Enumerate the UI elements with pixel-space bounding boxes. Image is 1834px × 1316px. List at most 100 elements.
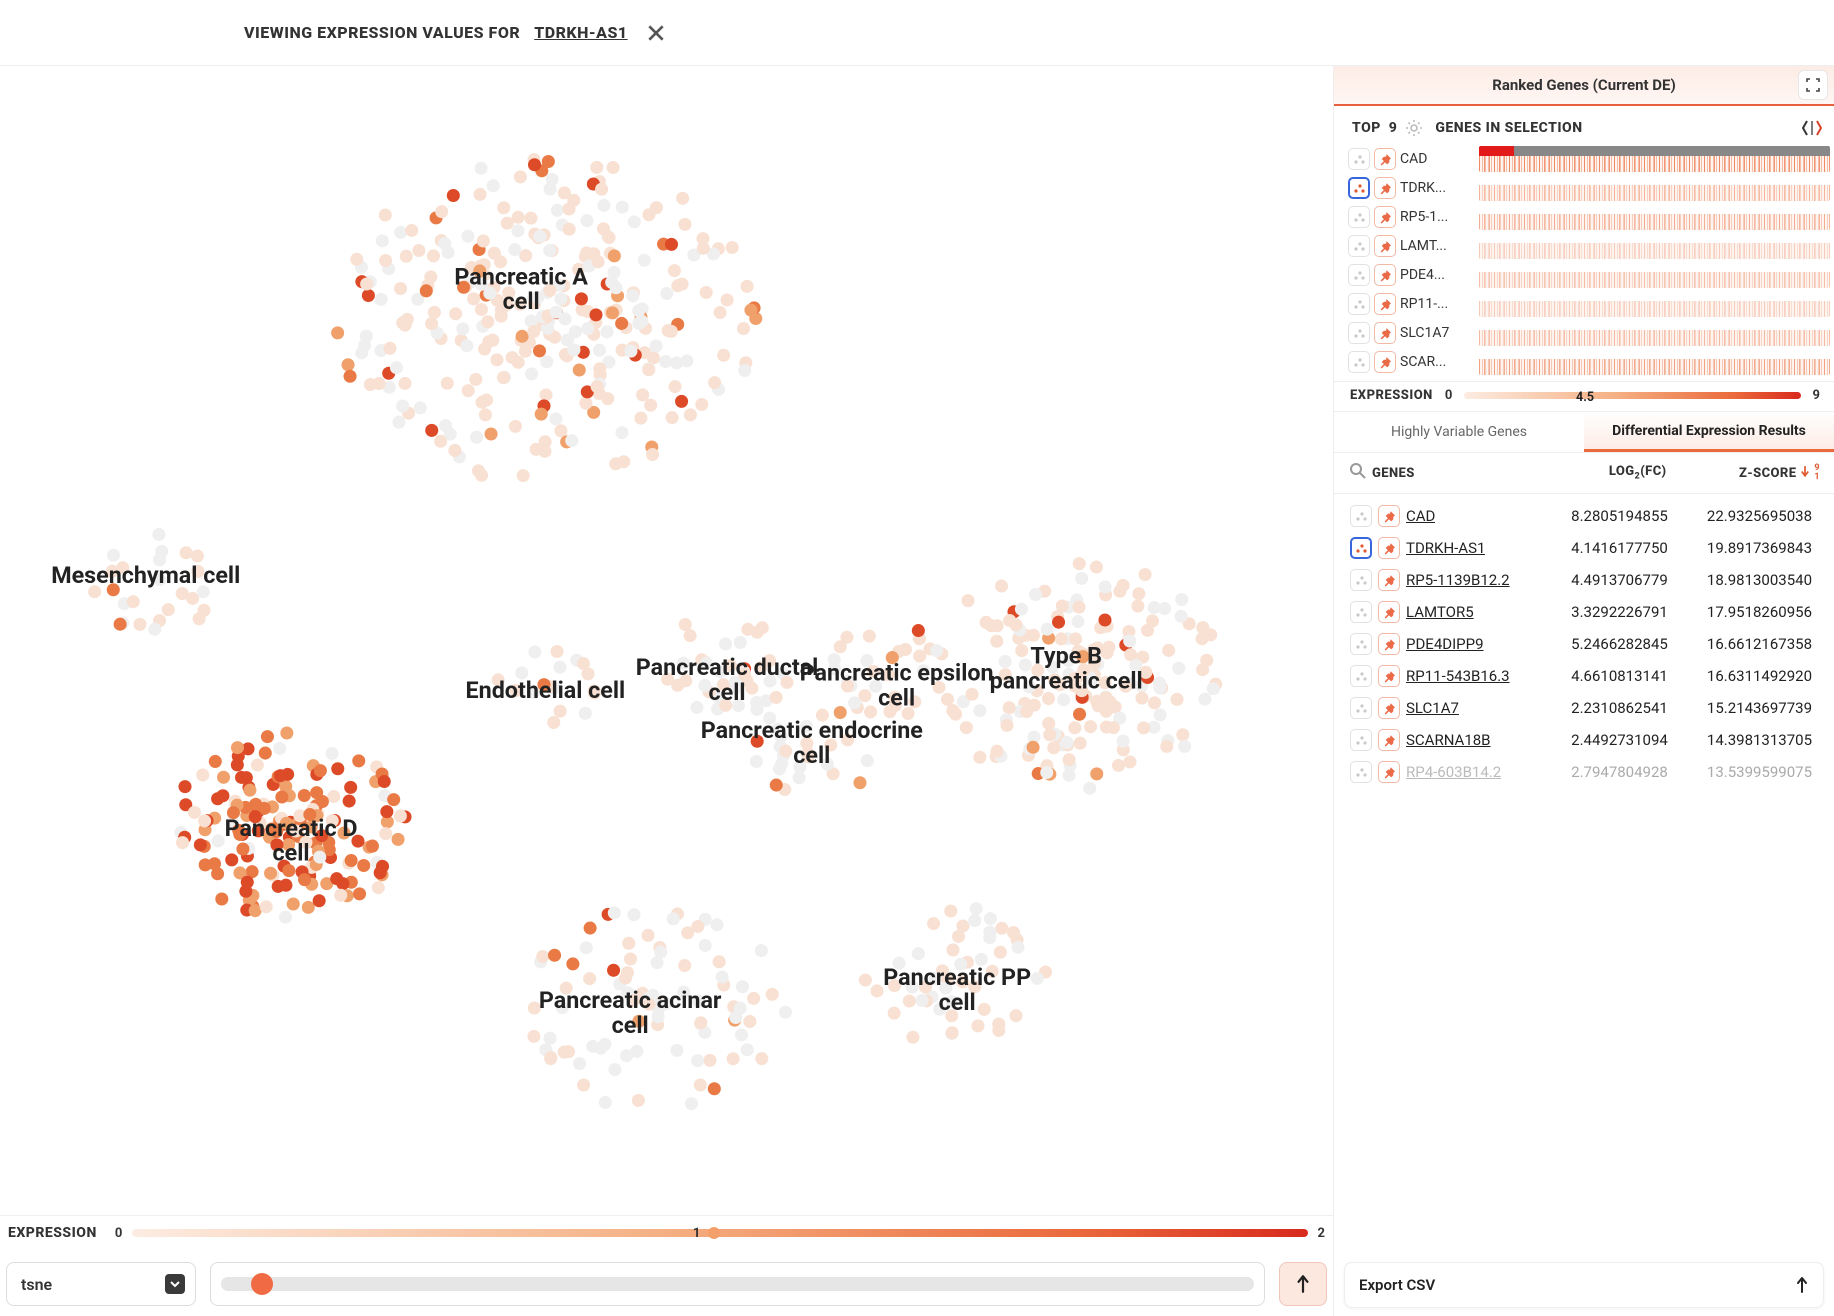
tab-hvg[interactable]: Highly Variable Genes (1334, 412, 1584, 452)
pin-icon[interactable] (1378, 601, 1400, 623)
search-icon[interactable] (1350, 463, 1366, 483)
pin-icon[interactable] (1374, 351, 1396, 373)
top-prefix: TOP (1352, 120, 1381, 136)
tab-de-results[interactable]: Differential Expression Results (1584, 412, 1834, 452)
gene-link[interactable]: RP5-1139B12.2 (1406, 571, 1510, 589)
pin-icon[interactable] (1374, 293, 1396, 315)
tsne-scatter-plot[interactable]: Pancreatic AcellMesenchymal cellEndothel… (0, 66, 1333, 1215)
scatter-icon[interactable] (1348, 206, 1370, 228)
sort-descending-icon (1800, 464, 1810, 482)
fullscreen-icon[interactable] (1798, 70, 1828, 100)
log2fc-value: 5.2466282845 (1530, 635, 1674, 653)
pin-icon[interactable] (1374, 148, 1396, 170)
pin-icon[interactable] (1378, 761, 1400, 783)
log2fc-value: 8.2805194855 (1530, 507, 1674, 525)
scatter-icon[interactable] (1350, 761, 1372, 783)
sort-ascending-button[interactable] (1279, 1262, 1327, 1306)
zscore-value: 22.9325695038 (1674, 507, 1818, 525)
svg-text:Pancreatic PP: Pancreatic PP (883, 963, 1031, 991)
heatmap-gene-label[interactable]: TDRK... (1400, 180, 1446, 196)
svg-text:cell: cell (273, 839, 310, 867)
log2fc-value: 3.3292226791 (1530, 603, 1674, 621)
ranked-genes-title: Ranked Genes (Current DE) (1492, 76, 1676, 94)
export-csv-button[interactable]: Export CSV (1344, 1262, 1824, 1308)
heatmap-bar (1479, 349, 1830, 375)
log2fc-value: 2.2310862541 (1530, 699, 1674, 717)
svg-text:Pancreatic D: Pancreatic D (225, 814, 358, 842)
export-csv-label: Export CSV (1359, 1276, 1435, 1294)
heatmap-gene-label[interactable]: SLC1A7 (1400, 325, 1449, 341)
gene-link[interactable]: LAMTOR5 (1406, 603, 1474, 621)
pin-icon[interactable] (1374, 206, 1396, 228)
zscore-value: 17.9518260956 (1674, 603, 1818, 621)
close-icon[interactable] (642, 19, 670, 47)
heatmap-gene-label[interactable]: CAD (1400, 151, 1427, 167)
col-zscore-label[interactable]: Z-SCORE 91 (1682, 464, 1820, 482)
heatmap-gene-label[interactable]: SCAR... (1400, 354, 1446, 370)
pin-icon[interactable] (1374, 322, 1396, 344)
svg-text:Type B: Type B (1030, 641, 1102, 669)
svg-text:Mesenchymal cell: Mesenchymal cell (51, 561, 240, 589)
gene-link[interactable]: CAD (1406, 507, 1435, 525)
scatter-icon[interactable] (1350, 697, 1372, 719)
svg-text:cell: cell (709, 678, 746, 706)
embedding-select[interactable]: tsne (6, 1262, 196, 1306)
gene-heatmap: CAD TDRK... RP5-1... LAMT... PDE4... (1334, 146, 1834, 382)
zscore-value: 16.6612167358 (1674, 635, 1818, 653)
pin-icon[interactable] (1378, 697, 1400, 719)
legend-min: 0 (115, 1226, 122, 1241)
log2fc-value: 2.4492731094 (1530, 731, 1674, 749)
scatter-icon[interactable] (1348, 177, 1370, 199)
de-table-body: CAD 8.2805194855 22.9325695038 TDRKH-AS1… (1334, 494, 1834, 1256)
svg-text:Pancreatic A: Pancreatic A (454, 262, 588, 290)
scatter-icon[interactable] (1348, 322, 1370, 344)
pin-icon[interactable] (1378, 569, 1400, 591)
heatmap-gene-label[interactable]: LAMT... (1400, 238, 1447, 254)
heatmap-bar (1479, 291, 1830, 317)
point-size-slider[interactable] (210, 1262, 1265, 1306)
heatmap-gene-label[interactable]: RP5-1... (1400, 209, 1448, 225)
scatter-icon[interactable] (1350, 665, 1372, 687)
tabs: Highly Variable Genes Differential Expre… (1334, 412, 1834, 453)
heatmap-gene-label[interactable]: RP11-... (1400, 296, 1448, 312)
pin-icon[interactable] (1378, 665, 1400, 687)
header-bar: VIEWING EXPRESSION VALUES FOR TDRKH-AS1 (0, 0, 1834, 66)
scatter-icon[interactable] (1350, 569, 1372, 591)
svg-text:pancreatic cell: pancreatic cell (990, 666, 1143, 694)
gene-link[interactable]: RP4-603B14.2 (1406, 763, 1501, 781)
heatmap-gene-label[interactable]: PDE4... (1400, 267, 1445, 283)
scatter-icon[interactable] (1348, 351, 1370, 373)
scatter-icon[interactable] (1348, 293, 1370, 315)
scatter-icon[interactable] (1350, 633, 1372, 655)
col-log2fc-label[interactable]: LOG2(FC) (1529, 464, 1683, 482)
scatter-icon[interactable] (1350, 505, 1372, 527)
gene-link[interactable]: SLC1A7 (1406, 699, 1459, 717)
pin-icon[interactable] (1374, 264, 1396, 286)
scatter-icon[interactable] (1350, 729, 1372, 751)
pin-icon[interactable] (1374, 235, 1396, 257)
de-table-row: RP5-1139B12.2 4.4913706779 18.9813003540 (1348, 564, 1820, 596)
gene-link[interactable]: TDRKH-AS1 (1406, 539, 1485, 557)
gear-icon[interactable] (1405, 119, 1423, 137)
gene-link[interactable]: SCARNA18B (1406, 731, 1491, 749)
gene-link[interactable]: RP11-543B16.3 (1406, 667, 1510, 685)
de-table-row: SLC1A7 2.2310862541 15.2143697739 (1348, 692, 1820, 724)
pin-icon[interactable] (1378, 633, 1400, 655)
scatter-icon[interactable] (1348, 148, 1370, 170)
de-table-row: PDE4DIPP9 5.2466282845 16.6612167358 (1348, 628, 1820, 660)
heatmap-bar (1479, 320, 1830, 346)
pin-icon[interactable] (1378, 729, 1400, 751)
legend-mid: 1 (693, 1226, 700, 1241)
scatter-icon[interactable] (1350, 537, 1372, 559)
resize-handle-icon[interactable] (1800, 116, 1824, 140)
gene-link[interactable]: PDE4DIPP9 (1406, 635, 1484, 653)
heatmap-gene-row: RP5-1... (1348, 204, 1473, 230)
pin-icon[interactable] (1374, 177, 1396, 199)
scatter-icon[interactable] (1348, 235, 1370, 257)
scatter-icon[interactable] (1350, 601, 1372, 623)
header-gene-link[interactable]: TDRKH-AS1 (534, 23, 627, 42)
scatter-icon[interactable] (1348, 264, 1370, 286)
log2fc-value: 2.7947804928 (1530, 763, 1674, 781)
pin-icon[interactable] (1378, 537, 1400, 559)
pin-icon[interactable] (1378, 505, 1400, 527)
